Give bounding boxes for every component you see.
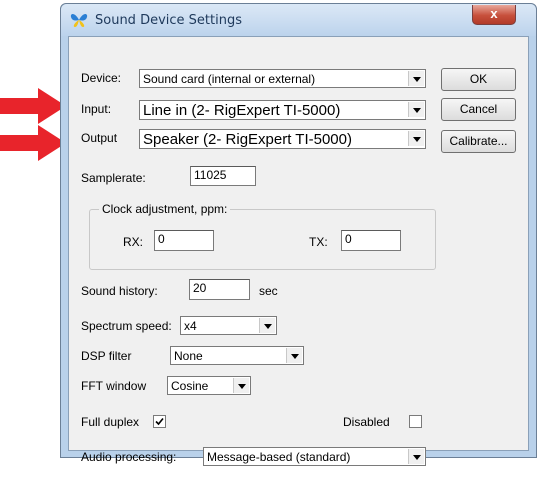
rx-label: RX: bbox=[123, 235, 144, 249]
chevron-down-icon bbox=[408, 102, 424, 117]
output-select-value: Speaker (2- RigExpert TI-5000) bbox=[143, 131, 352, 148]
dialog-client-area: Device: Sound card (internal or external… bbox=[68, 36, 529, 466]
device-select-value: Sound card (internal or external) bbox=[143, 72, 316, 86]
device-select[interactable]: Sound card (internal or external) bbox=[139, 69, 426, 88]
input-select[interactable]: Line in (2- RigExpert TI-5000) bbox=[139, 100, 426, 120]
chevron-down-icon bbox=[259, 318, 275, 333]
output-label: Output bbox=[81, 131, 118, 145]
window-title: Sound Device Settings bbox=[95, 13, 242, 28]
spectrum-speed-select[interactable]: x4 bbox=[180, 316, 277, 335]
chevron-down-icon bbox=[408, 449, 424, 464]
close-button[interactable]: x bbox=[472, 5, 516, 25]
chevron-down-icon bbox=[286, 348, 302, 363]
fft-window-value: Cosine bbox=[171, 379, 209, 393]
audio-processing-select[interactable]: Message-based (standard) bbox=[203, 447, 426, 466]
input-label: Input: bbox=[81, 102, 112, 116]
dsp-filter-label: DSP filter bbox=[81, 349, 132, 363]
checkmark-icon bbox=[155, 417, 164, 426]
annotation-arrow-output bbox=[0, 125, 66, 161]
butterfly-icon bbox=[70, 13, 88, 27]
spectrum-speed-value: x4 bbox=[184, 319, 197, 333]
sound-history-label: Sound history: bbox=[81, 284, 158, 298]
calibrate-button[interactable]: Calibrate... bbox=[441, 130, 516, 153]
dsp-filter-value: None bbox=[174, 349, 203, 363]
dsp-filter-select[interactable]: None bbox=[170, 346, 304, 365]
input-select-value: Line in (2- RigExpert TI-5000) bbox=[143, 102, 341, 119]
tx-input[interactable]: 0 bbox=[341, 230, 401, 251]
fft-window-select[interactable]: Cosine bbox=[167, 376, 251, 395]
dialog-window: Sound Device Settings x Device: Sound ca… bbox=[60, 3, 537, 466]
chevron-down-icon bbox=[408, 131, 424, 146]
device-label: Device: bbox=[81, 71, 122, 85]
spectrum-speed-label: Spectrum speed: bbox=[81, 319, 172, 333]
chevron-down-icon bbox=[233, 378, 249, 393]
chevron-down-icon bbox=[408, 71, 424, 86]
output-select[interactable]: Speaker (2- RigExpert TI-5000) bbox=[139, 129, 426, 149]
clock-adjustment-title: Clock adjustment, ppm: bbox=[99, 202, 231, 216]
full-duplex-label: Full duplex bbox=[81, 415, 140, 429]
annotation-arrow-input bbox=[0, 88, 66, 124]
sound-history-input[interactable]: 20 bbox=[189, 279, 250, 300]
tx-label: TX: bbox=[309, 235, 328, 249]
audio-processing-value: Message-based (standard) bbox=[207, 450, 351, 464]
sound-history-unit: sec bbox=[259, 284, 278, 298]
full-duplex-checkbox[interactable] bbox=[153, 415, 166, 428]
ok-button[interactable]: OK bbox=[441, 68, 516, 91]
samplerate-input[interactable]: 11025 bbox=[190, 166, 256, 186]
rx-input[interactable]: 0 bbox=[154, 230, 214, 251]
disabled-label: Disabled bbox=[343, 415, 390, 429]
audio-processing-label: Audio processing: bbox=[81, 450, 177, 464]
title-bar[interactable]: Sound Device Settings x bbox=[61, 4, 536, 36]
samplerate-label: Samplerate: bbox=[81, 171, 146, 185]
cancel-button[interactable]: Cancel bbox=[441, 98, 516, 121]
disabled-checkbox[interactable] bbox=[409, 415, 422, 428]
fft-window-label: FFT window bbox=[81, 379, 147, 393]
